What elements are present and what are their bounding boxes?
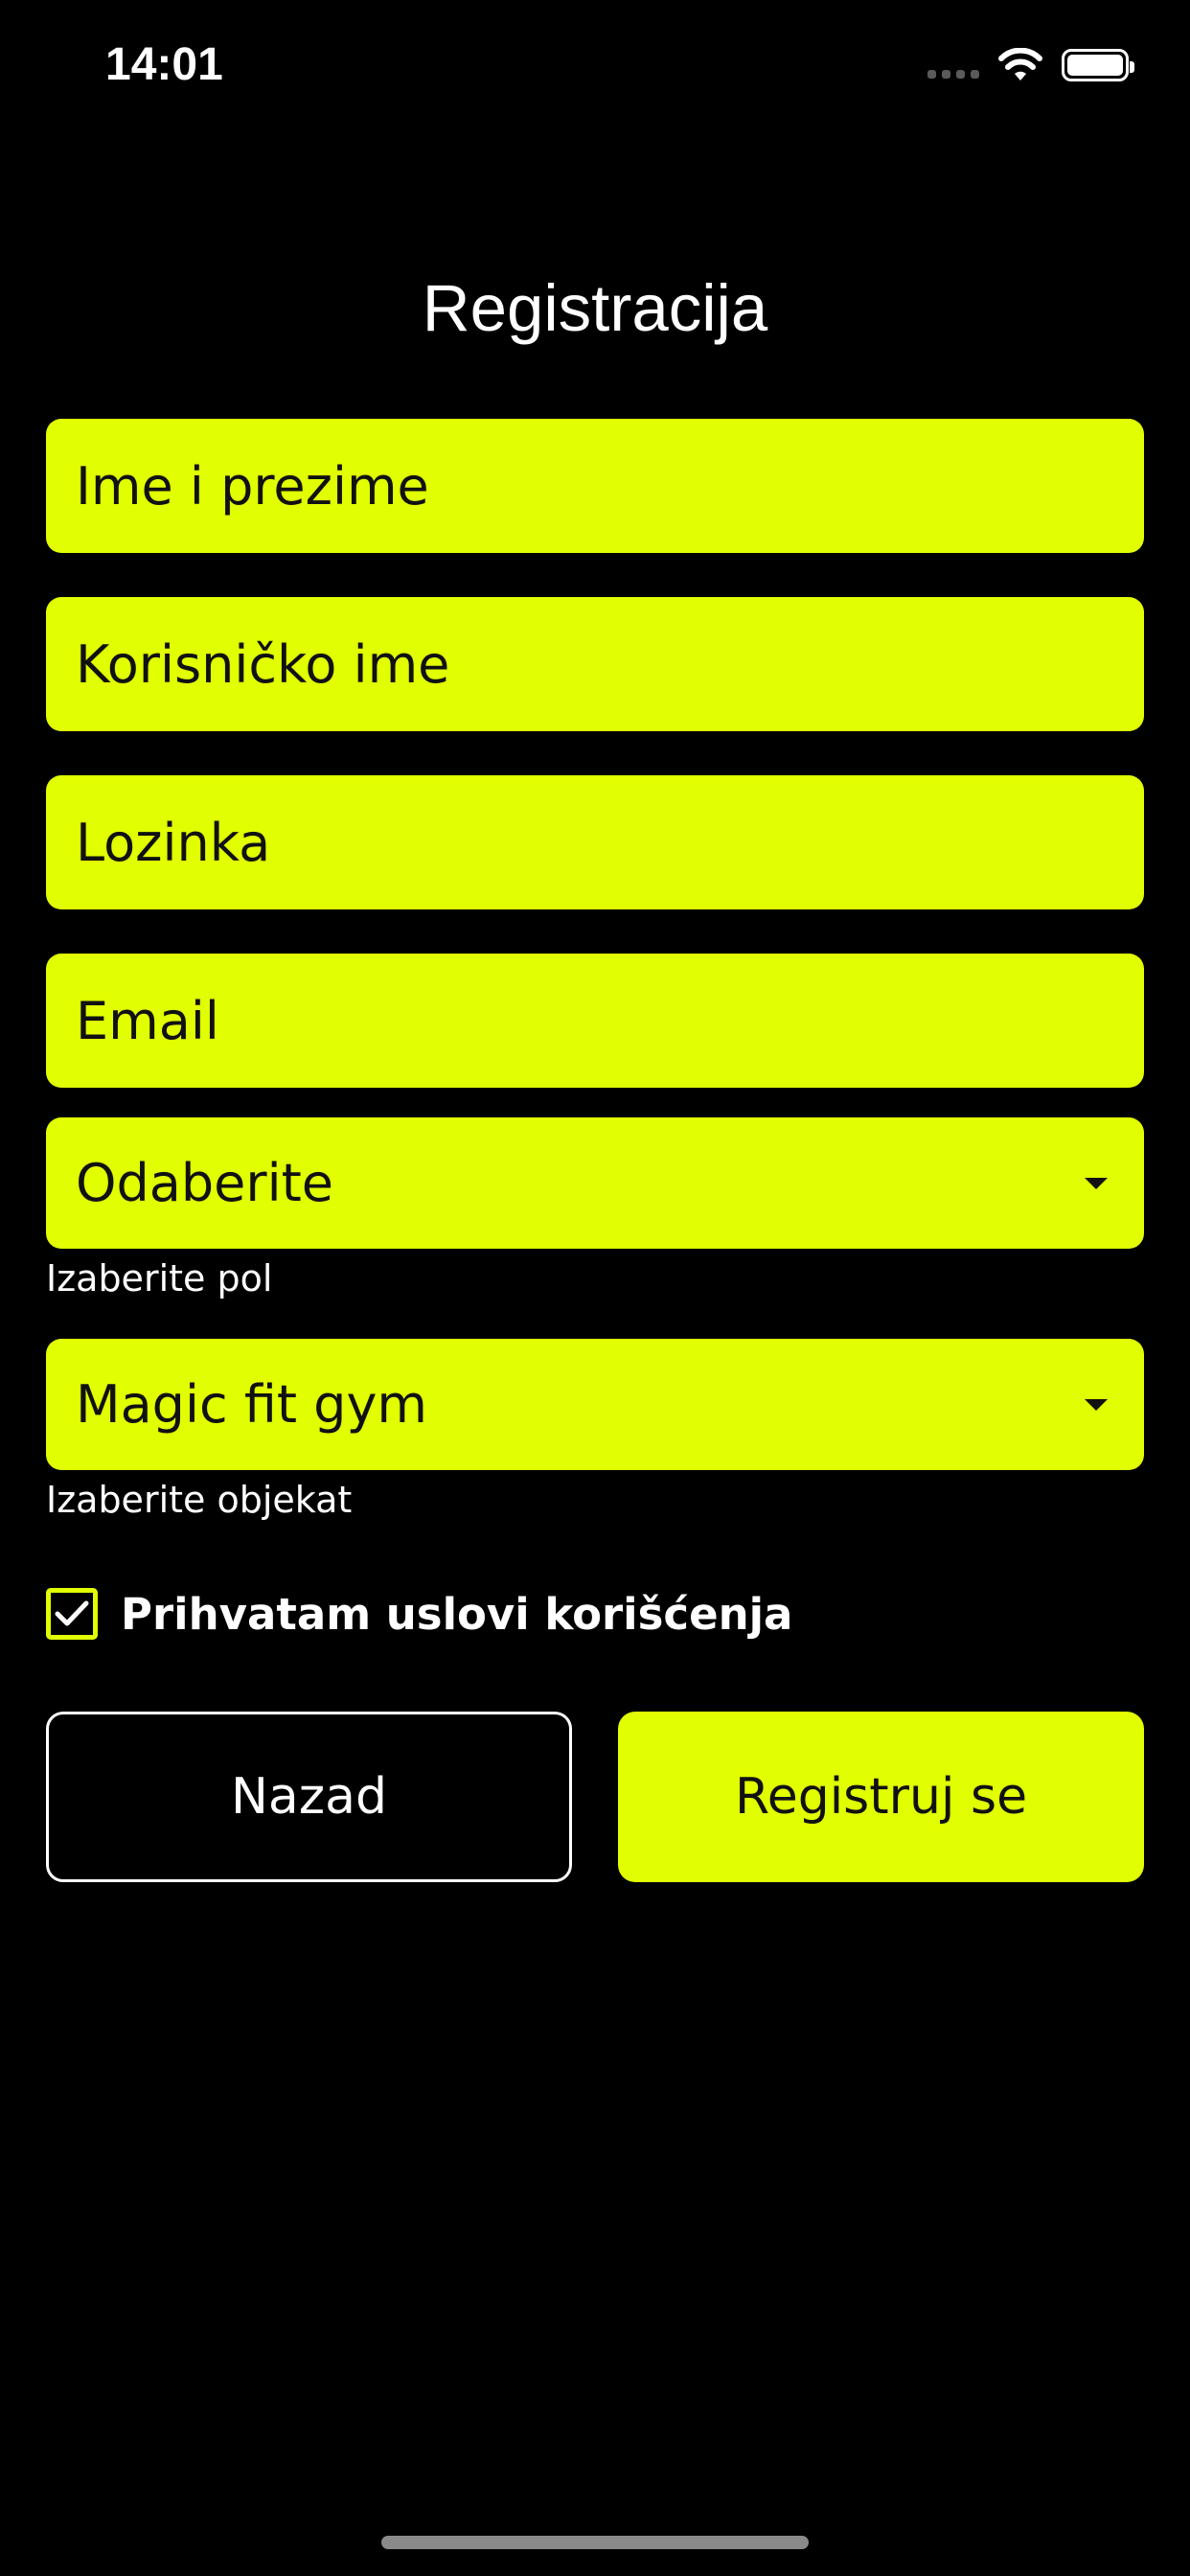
facility-select-value: Magic fit gym xyxy=(76,1374,428,1435)
password-field[interactable] xyxy=(46,775,1144,909)
back-button[interactable]: Nazad xyxy=(46,1712,572,1882)
username-input[interactable] xyxy=(76,597,1144,731)
register-button[interactable]: Registruj se xyxy=(618,1712,1144,1882)
full-name-field[interactable] xyxy=(46,419,1144,553)
terms-checkbox[interactable] xyxy=(46,1588,98,1640)
facility-helper-text: Izaberite objekat xyxy=(46,1479,353,1521)
email-field[interactable] xyxy=(46,954,1144,1088)
status-time: 14:01 xyxy=(105,39,223,90)
full-name-input[interactable] xyxy=(76,419,1144,553)
password-input[interactable] xyxy=(76,775,1144,909)
terms-label: Prihvatam uslovi korišćenja xyxy=(121,1588,793,1640)
terms-checkbox-row[interactable]: Prihvatam uslovi korišćenja xyxy=(46,1587,792,1641)
gender-select-value: Odaberite xyxy=(76,1153,333,1213)
checkmark-icon xyxy=(55,1600,89,1626)
cellular-signal-icon xyxy=(927,46,979,84)
wifi-icon xyxy=(998,48,1042,80)
home-indicator[interactable] xyxy=(381,2536,809,2549)
facility-select[interactable]: Magic fit gym xyxy=(46,1339,1144,1470)
email-input[interactable] xyxy=(76,954,1144,1088)
status-icons xyxy=(927,46,1134,84)
battery-icon xyxy=(1062,49,1134,81)
gender-select[interactable]: Odaberite xyxy=(46,1117,1144,1249)
chevron-down-icon xyxy=(1085,1398,1108,1411)
gender-helper-text: Izaberite pol xyxy=(46,1257,273,1300)
username-field[interactable] xyxy=(46,597,1144,731)
chevron-down-icon xyxy=(1085,1177,1108,1189)
page-title: Registracija xyxy=(422,271,768,345)
